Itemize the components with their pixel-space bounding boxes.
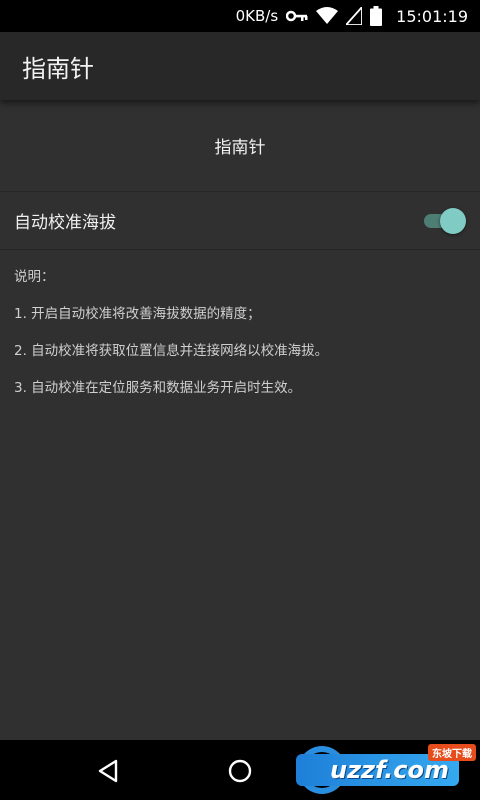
home-icon [228, 759, 252, 783]
auto-calibrate-altitude-label: 自动校准海拔 [14, 213, 116, 233]
back-button[interactable] [92, 755, 124, 787]
switch-thumb [440, 207, 466, 234]
wifi-icon [316, 7, 339, 25]
notes-item: 1. 开启自动校准将改善海拔数据的精度； [14, 306, 261, 322]
home-button[interactable] [224, 755, 256, 787]
section-header: 指南针 [0, 100, 480, 192]
watermark-badge: 东坡下载 [428, 744, 476, 761]
status-bar: 0KB/s 15:01:19 [0, 0, 480, 32]
notes-item: 2. 自动校准将获取位置信息并连接网络以校准海拔。 [14, 343, 329, 359]
battery-icon [370, 6, 383, 26]
app-bar: 指南针 [0, 32, 480, 100]
key-icon [286, 9, 308, 23]
net-speed: 0KB/s [235, 7, 279, 25]
watermark-logo: uzzf.com 东坡下载 [296, 740, 480, 800]
back-icon [98, 759, 118, 783]
settings-content: 指南针 自动校准海拔 说明： 1. 开启自动校准将改善海拔数据的精度； 2. 自… [0, 100, 480, 740]
app-title: 指南针 [22, 54, 94, 83]
notes-section: 说明： 1. 开启自动校准将改善海拔数据的精度； 2. 自动校准将获取位置信息并… [0, 250, 480, 416]
notes-heading: 说明： [14, 269, 55, 285]
clock: 15:01:19 [396, 6, 468, 26]
notes-item: 3. 自动校准在定位服务和数据业务开启时生效。 [14, 380, 302, 396]
auto-calibrate-altitude-row[interactable]: 自动校准海拔 [0, 192, 480, 250]
signal-icon [346, 7, 363, 25]
auto-calibrate-altitude-switch[interactable] [422, 207, 466, 234]
